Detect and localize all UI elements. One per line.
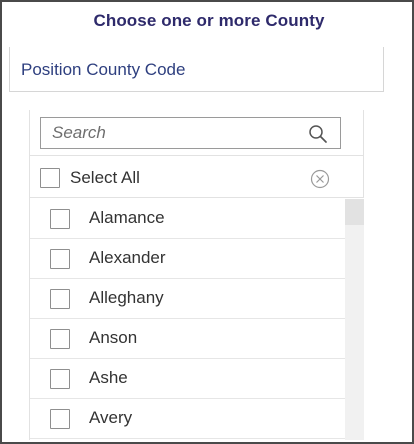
item-checkbox[interactable] — [50, 329, 70, 349]
field-label: Position County Code — [21, 60, 186, 79]
select-all-checkbox[interactable] — [40, 168, 60, 188]
list-item[interactable]: Alamance — [30, 199, 345, 239]
county-field[interactable]: Position County Code — [9, 47, 384, 92]
item-label: Avery — [89, 408, 133, 427]
list-item[interactable]: Ashe — [30, 359, 345, 399]
item-label: Anson — [89, 328, 138, 347]
item-checkbox[interactable] — [50, 409, 70, 429]
search-icon[interactable] — [308, 124, 328, 144]
item-label: Ashe — [89, 368, 128, 387]
search-input[interactable] — [41, 118, 306, 148]
select-all-row[interactable]: Select All — [29, 155, 364, 198]
list-item[interactable]: Alexander — [30, 239, 345, 279]
item-checkbox[interactable] — [50, 369, 70, 389]
item-checkbox[interactable] — [50, 289, 70, 309]
list-item[interactable]: Anson — [30, 319, 345, 359]
dialog-title: Choose one or more County — [93, 11, 325, 30]
search-box[interactable] — [40, 117, 341, 149]
list-item[interactable]: Avery — [30, 399, 345, 439]
item-label: Alexander — [89, 248, 166, 267]
select-all-label: Select All — [70, 168, 140, 187]
clear-selection-icon[interactable] — [310, 169, 330, 189]
county-filter-dialog: Choose one or more County Position Count… — [0, 0, 414, 444]
item-label: Alamance — [89, 208, 165, 227]
list-item[interactable]: Alleghany — [30, 279, 345, 319]
scrollbar-track[interactable] — [345, 199, 364, 440]
item-checkbox[interactable] — [50, 209, 70, 229]
item-label: Alleghany — [89, 288, 164, 307]
county-list[interactable]: Alamance Alexander Alleghany Anson Ashe … — [30, 199, 364, 440]
scrollbar-thumb[interactable] — [345, 199, 364, 225]
item-checkbox[interactable] — [50, 249, 70, 269]
